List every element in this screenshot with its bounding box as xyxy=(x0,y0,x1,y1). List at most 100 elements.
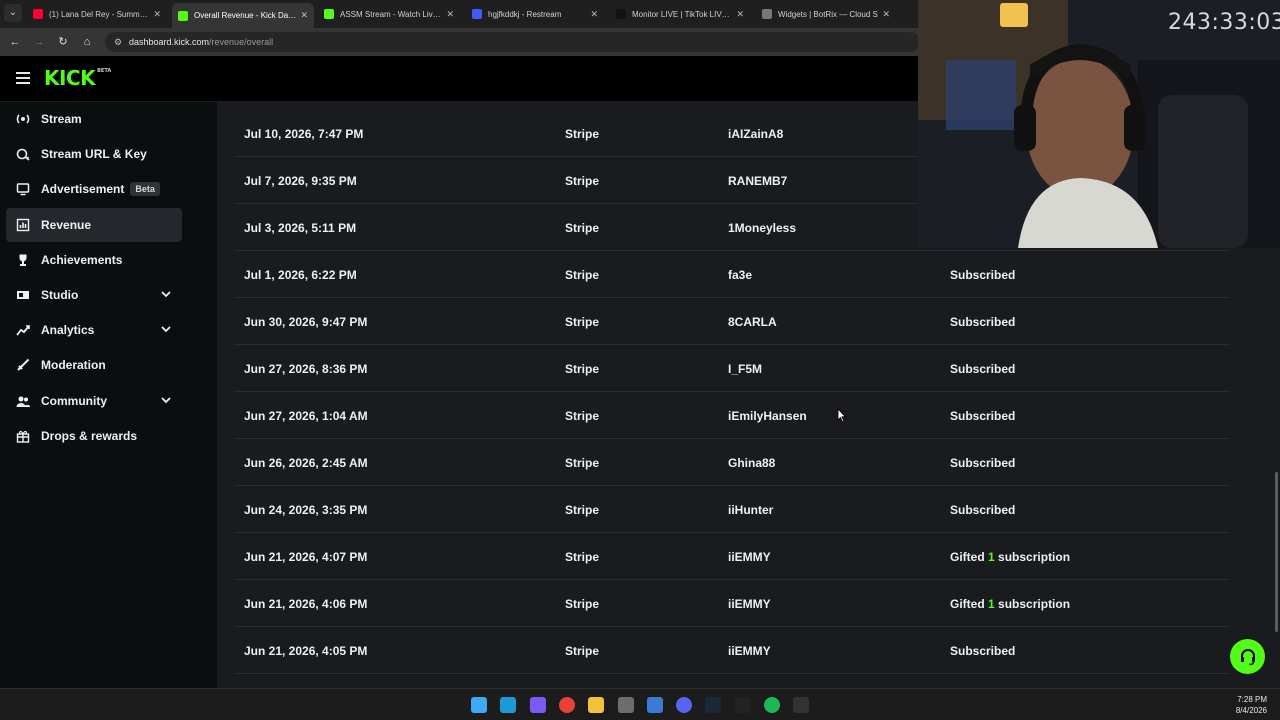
username: RANEMB7 xyxy=(728,174,788,188)
gift-count: 1 xyxy=(988,550,995,564)
sword-icon xyxy=(16,358,30,372)
transaction-date: Jun 21, 2026, 4:07 PM xyxy=(244,550,368,564)
browser-tab[interactable]: (1) Lana Del Rey - Summerti ✕ xyxy=(27,3,167,25)
browser-tab[interactable]: Widgets | BotRix — Cloud S ✕ xyxy=(756,3,896,25)
sidebar-item-community[interactable]: Community xyxy=(6,384,182,418)
close-tab-icon[interactable]: ✕ xyxy=(882,9,890,20)
username: Ghina88 xyxy=(728,456,776,470)
address-bar[interactable]: ⚙ dashboard.kick.com/revenue/overall xyxy=(105,32,920,52)
sidebar-item-revenue[interactable]: Revenue xyxy=(6,208,182,242)
capcut-alt-icon[interactable] xyxy=(793,697,810,713)
clock-time: 7:28 PM xyxy=(1237,695,1267,704)
username: fa3e xyxy=(728,268,753,282)
mouse-cursor-icon xyxy=(837,408,847,423)
payment-method: Stripe xyxy=(565,221,600,235)
support-chat-button[interactable] xyxy=(1230,639,1265,674)
table-row: Jun 24, 2026, 3:35 PM Stripe iiHunter Subsc… xyxy=(234,486,1230,533)
payment-method: Stripe xyxy=(565,644,600,658)
tab-title: (1) Lana Del Rey - Summerti xyxy=(49,9,150,19)
username: iiEMMY xyxy=(728,644,771,658)
table-row: Jul 1, 2026, 6:22 PM Stripe fa3e Subscribed xyxy=(234,251,1230,298)
url-path: /revenue/overall xyxy=(209,37,274,47)
hamburger-menu-icon[interactable] xyxy=(16,72,30,84)
sidebar-item-label: Stream xyxy=(41,112,82,126)
discord-icon[interactable] xyxy=(676,697,693,713)
sidebar-item-label: Community xyxy=(41,394,107,408)
studio-icon xyxy=(16,288,30,302)
forward-icon[interactable]: → xyxy=(32,35,46,49)
table-row: Jun 21, 2026, 4:06 PM Stripe iiEMMY Gifted … xyxy=(234,580,1230,627)
browser-tab[interactable]: Overall Revenue - Kick Dash ✕ xyxy=(172,3,314,28)
webcam-overlay xyxy=(918,0,1280,248)
username: 8CARLA xyxy=(728,315,777,329)
store-icon[interactable] xyxy=(646,697,663,713)
transaction-date: Jun 24, 2026, 3:35 PM xyxy=(244,503,368,517)
edge-icon[interactable] xyxy=(500,697,517,713)
tab-search-chevron-icon[interactable]: ⌄ xyxy=(4,4,22,22)
gift-count: 1 xyxy=(988,597,995,611)
sidebar-item-studio[interactable]: Studio xyxy=(6,278,182,312)
system-clock[interactable]: 7:28 PM 8/4/2026 xyxy=(1236,694,1267,716)
copilot-icon[interactable] xyxy=(529,697,546,713)
table-row: Jun 27, 2026, 1:04 AM Stripe iEmilyHansen S… xyxy=(234,392,1230,439)
username: iiEMMY xyxy=(728,550,771,564)
payment-method: Stripe xyxy=(565,550,600,564)
browser-tab[interactable]: ASSM Stream - Watch Live o ✕ xyxy=(318,3,460,25)
tab-title: ASSM Stream - Watch Live o xyxy=(340,9,443,19)
sidebar-item-moderation[interactable]: Moderation xyxy=(6,348,182,382)
sidebar-item-label: Moderation xyxy=(41,358,106,372)
steam-icon[interactable] xyxy=(705,697,722,713)
gift-suffix: subscription xyxy=(998,597,1071,611)
sidebar-item-achievements[interactable]: Achievements xyxy=(6,243,182,277)
windows-taskbar: 7:28 PM 8/4/2026 xyxy=(0,688,1280,720)
table-row: Jun 26, 2026, 2:45 AM Stripe Ghina88 Subscr… xyxy=(234,439,1230,486)
reload-icon[interactable]: ↻ xyxy=(56,35,70,49)
chevron-down-icon[interactable] xyxy=(160,288,172,303)
restream-icon xyxy=(472,9,482,19)
back-icon[interactable]: ← xyxy=(8,35,22,49)
capcut-icon[interactable] xyxy=(734,697,751,713)
transaction-description: Gifted 1 subscription xyxy=(950,550,1070,564)
browser-tab[interactable]: Monitor LIVE | TikTok LIVE C ✕ xyxy=(610,3,750,25)
broadcast-icon xyxy=(16,112,30,126)
transaction-date: Jun 30, 2026, 9:47 PM xyxy=(244,315,368,329)
settings-icon[interactable] xyxy=(617,697,634,713)
windows-start-icon[interactable] xyxy=(471,697,487,713)
transaction-description: Subscribed xyxy=(950,503,1016,517)
sidebar-item-advertisement[interactable]: Advertisement Beta xyxy=(6,172,182,206)
sidebar-item-label: Advertisement xyxy=(41,182,125,196)
chevron-down-icon[interactable] xyxy=(160,394,172,409)
scrollbar[interactable] xyxy=(1275,472,1278,632)
close-tab-icon[interactable]: ✕ xyxy=(300,10,308,21)
close-tab-icon[interactable]: ✕ xyxy=(590,9,598,20)
home-icon[interactable]: ⌂ xyxy=(80,35,94,49)
payment-method: Stripe xyxy=(565,503,600,517)
chrome-icon[interactable] xyxy=(558,697,575,713)
site-info-icon[interactable]: ⚙ xyxy=(114,32,122,52)
sidebar-item-stream-url-key[interactable]: Stream URL & Key xyxy=(6,137,182,171)
sidebar-item-analytics[interactable]: Analytics xyxy=(6,313,182,347)
table-row: Jun 27, 2026, 8:36 PM Stripe I_F5M Subscrib… xyxy=(234,345,1230,392)
transaction-date: Jul 1, 2026, 6:22 PM xyxy=(244,268,357,282)
users-icon xyxy=(16,394,30,408)
transaction-description: Gifted 1 subscription xyxy=(950,597,1070,611)
payment-method: Stripe xyxy=(565,315,600,329)
stream-uptime-timer: 243:33:03 xyxy=(1168,10,1280,35)
kick-logo[interactable]: KICK BETA xyxy=(44,66,111,90)
file-explorer-icon[interactable] xyxy=(588,697,605,713)
close-tab-icon[interactable]: ✕ xyxy=(446,9,454,20)
transaction-description: Subscribed xyxy=(950,268,1016,282)
payment-method: Stripe xyxy=(565,362,600,376)
username: iiHunter xyxy=(728,503,774,517)
chevron-down-icon[interactable] xyxy=(160,323,172,338)
sidebar-item-stream[interactable]: Stream xyxy=(6,102,182,136)
transaction-description: Subscribed xyxy=(950,315,1016,329)
transaction-description: Subscribed xyxy=(950,644,1016,658)
username: iEmilyHansen xyxy=(728,409,807,423)
spotify-icon[interactable] xyxy=(764,697,780,713)
close-tab-icon[interactable]: ✕ xyxy=(736,9,744,20)
sidebar-item-drops-rewards[interactable]: Drops & rewards xyxy=(6,419,182,453)
url-host: dashboard.kick.com xyxy=(129,37,210,47)
browser-tab[interactable]: hgjfkddkj - Restream ✕ xyxy=(466,3,604,25)
close-tab-icon[interactable]: ✕ xyxy=(153,9,161,20)
